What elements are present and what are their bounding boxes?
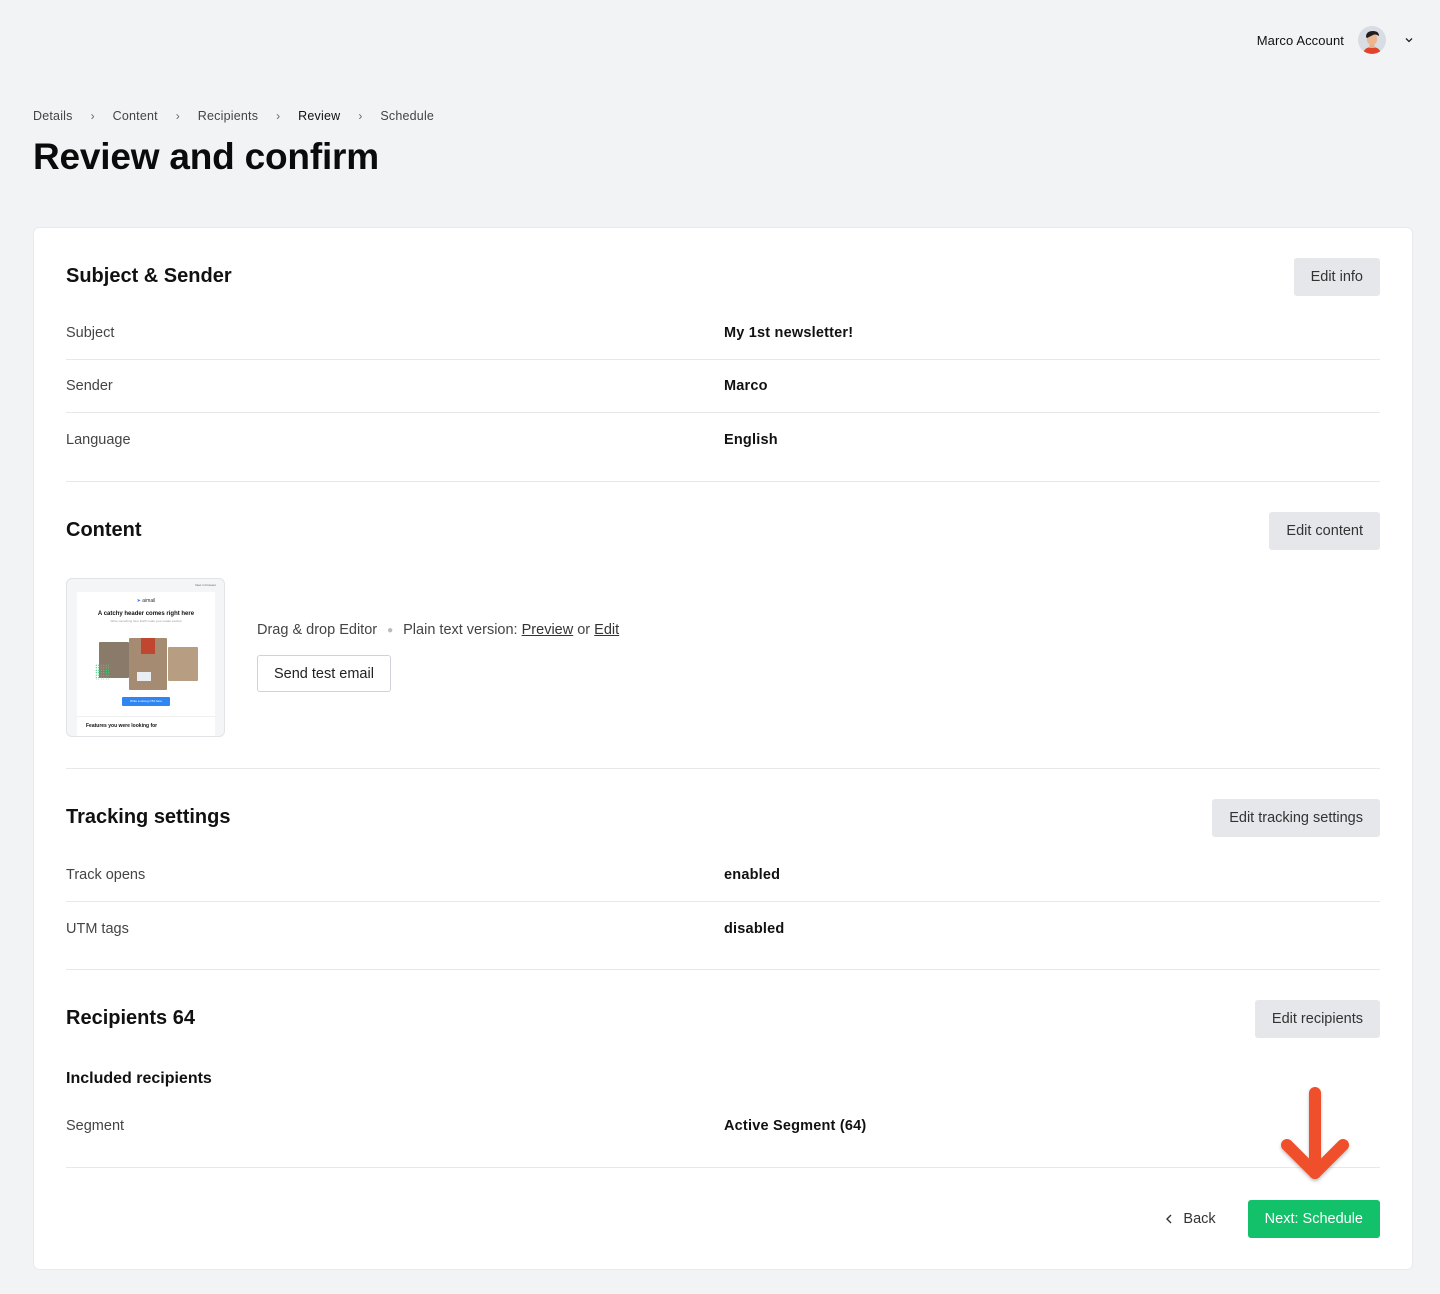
editor-type: Drag & drop Editor: [257, 622, 378, 638]
breadcrumb-content[interactable]: Content: [113, 109, 158, 123]
section-title-subject-sender: Subject & Sender: [66, 265, 232, 287]
row-label: Subject: [66, 325, 115, 341]
paper-plane-icon: ➤: [136, 598, 141, 604]
content-thumbnail[interactable]: View in browser ➤ aimail A catchy header…: [66, 578, 226, 738]
breadcrumb-review[interactable]: Review: [298, 109, 340, 123]
thumbnail-email: ➤ aimail A catchy header comes right her…: [77, 592, 215, 736]
breadcrumb: Details › Content › Recipients › Review …: [33, 109, 434, 123]
thumb-dot-pattern: [95, 664, 109, 680]
row-value: My 1st newsletter!: [724, 325, 854, 341]
segment-row: Segment Active Segment (64): [66, 1099, 1380, 1152]
sender-row: Sender Marco: [66, 360, 1380, 413]
thumb-subtext: Write something here that'll make your r…: [110, 619, 182, 623]
row-label: Track opens: [66, 867, 146, 883]
row-value: English: [724, 431, 778, 448]
section-title-recipients: Recipients 64: [66, 1007, 195, 1029]
track-opens-row: Track opens enabled: [66, 849, 1380, 902]
included-recipients-heading: Included recipients: [66, 1070, 212, 1087]
avatar[interactable]: [1358, 26, 1386, 54]
breadcrumb-separator-icon: ›: [276, 109, 281, 123]
breadcrumb-recipients[interactable]: Recipients: [198, 109, 258, 123]
recipients-section: Recipients 64 Edit recipients Included r…: [66, 1000, 1380, 1168]
section-divider: [66, 1167, 1380, 1168]
content-section: Content Edit content View in browser ➤ a…: [66, 512, 1380, 742]
section-title-content: Content: [66, 519, 142, 541]
row-label: UTM tags: [66, 920, 129, 937]
account-name: Marco Account: [1256, 32, 1344, 48]
subject-sender-section: Subject & Sender Edit info Subject My 1s…: [66, 258, 1380, 483]
edit-tracking-settings-button[interactable]: Edit tracking settings: [1212, 799, 1380, 837]
thumb-top-link: View in browser: [194, 583, 216, 587]
chevron-down-icon[interactable]: [1404, 35, 1414, 45]
tracking-section: Tracking settings Edit tracking settings…: [66, 799, 1380, 969]
edit-recipients-button[interactable]: Edit recipients: [1254, 1000, 1380, 1038]
breadcrumb-schedule[interactable]: Schedule: [380, 109, 434, 123]
plain-text-label: Plain text version:: [403, 622, 518, 638]
edit-plain-text-link[interactable]: Edit: [594, 622, 619, 638]
annotation-arrow-down-icon: [1281, 1087, 1349, 1179]
back-label: Back: [1183, 1211, 1216, 1227]
or-text: or: [577, 622, 591, 638]
breadcrumb-separator-icon: ›: [90, 109, 95, 123]
content-meta: Drag & drop Editor ● Plain text version:…: [257, 622, 619, 638]
preview-link[interactable]: Preview: [522, 622, 574, 638]
row-value: enabled: [724, 867, 781, 883]
breadcrumb-details[interactable]: Details: [33, 109, 73, 123]
section-divider: [66, 481, 1380, 482]
language-row: Language English: [66, 413, 1380, 466]
utm-tags-row: UTM tags disabled: [66, 902, 1380, 955]
subject-row: Subject My 1st newsletter!: [66, 307, 1380, 360]
send-test-email-button[interactable]: Send test email: [257, 655, 391, 692]
footer-actions: Back Next: Schedule: [1165, 1200, 1380, 1238]
top-bar: Marco Account: [0, 0, 1440, 70]
row-value: Marco: [724, 378, 768, 394]
user-avatar-icon: [1358, 26, 1386, 54]
row-value: Active Segment (64): [724, 1117, 867, 1134]
dot-separator-icon: ●: [387, 624, 394, 636]
thumb-features-heading: Features you were looking for: [86, 723, 158, 729]
breadcrumb-separator-icon: ›: [358, 109, 363, 123]
thumb-cta: Write a strong CTA here: [122, 697, 170, 706]
thumb-photo-center: [129, 638, 167, 690]
breadcrumb-separator-icon: ›: [175, 109, 180, 123]
next-schedule-button[interactable]: Next: Schedule: [1247, 1200, 1380, 1238]
edit-content-button[interactable]: Edit content: [1269, 512, 1380, 550]
section-title-tracking: Tracking settings: [66, 806, 231, 828]
section-divider: [66, 768, 1380, 769]
thumbnail-frame: View in browser ➤ aimail A catchy header…: [66, 578, 225, 737]
row-value: disabled: [724, 920, 785, 937]
chevron-left-icon: [1166, 1214, 1172, 1224]
thumb-brand: ➤ aimail: [136, 598, 156, 604]
row-label: Segment: [66, 1117, 125, 1134]
account-menu[interactable]: Marco Account: [1257, 26, 1414, 54]
review-card: Subject & Sender Edit info Subject My 1s…: [33, 227, 1413, 1270]
thumb-header: A catchy header comes right here: [97, 611, 195, 617]
edit-info-button[interactable]: Edit info: [1293, 258, 1380, 296]
row-label: Sender: [66, 378, 113, 394]
row-label: Language: [66, 431, 131, 448]
back-button[interactable]: Back: [1165, 1211, 1216, 1227]
section-divider: [66, 969, 1380, 970]
page-title: Review and confirm: [33, 136, 379, 177]
thumb-photo-right: [168, 647, 198, 681]
